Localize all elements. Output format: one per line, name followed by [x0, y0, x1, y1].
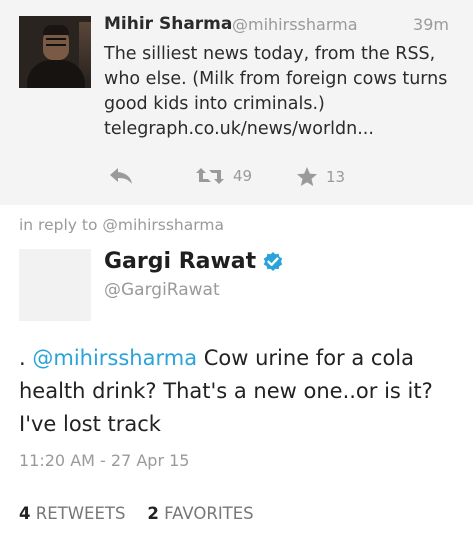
- favorite-count: 13: [326, 167, 346, 186]
- main-avatar[interactable]: [19, 249, 91, 321]
- retweet-button[interactable]: 49: [195, 166, 252, 186]
- reply-icon: [110, 168, 132, 184]
- favorite-button[interactable]: 13: [296, 166, 345, 187]
- avatar-body: [27, 60, 85, 88]
- avatar-hair: [43, 25, 69, 35]
- favorites-label: FAVORITES: [164, 504, 254, 523]
- retweet-count: 49: [233, 167, 253, 185]
- parent-action-bar: 49 13: [0, 160, 473, 194]
- main-author-handle[interactable]: @GargiRawat: [104, 280, 220, 300]
- retweets-count: 4: [19, 504, 31, 523]
- favorites-count: 2: [147, 504, 159, 523]
- parent-time: 39m: [413, 15, 449, 34]
- parent-author-name[interactable]: Mihir Sharma: [104, 14, 232, 34]
- retweet-icon: [196, 168, 224, 184]
- in-reply-to-label[interactable]: in reply to @mihirssharma: [19, 216, 224, 234]
- main-tweet-text: . @mihirssharma Cow urine for a cola hea…: [19, 342, 459, 441]
- parent-tweet[interactable]: Mihir Sharma @mihirssharma 39m The silli…: [0, 0, 473, 205]
- parent-tweet-text: The silliest news today, from the RSS, w…: [104, 44, 448, 139]
- reply-button[interactable]: [108, 166, 134, 186]
- avatar-glasses: [46, 38, 66, 46]
- star-icon: [297, 167, 317, 186]
- favorites-stat[interactable]: 2 FAVORITES: [147, 504, 253, 523]
- mention-link[interactable]: @mihirssharma: [32, 346, 197, 370]
- retweets-stat[interactable]: 4 RETWEETS: [19, 504, 125, 523]
- parent-author-handle[interactable]: @mihirssharma: [232, 15, 358, 34]
- tweet-text-prefix: .: [19, 346, 33, 370]
- retweets-label: RETWEETS: [35, 504, 126, 523]
- main-author-name-row[interactable]: Gargi Rawat: [104, 249, 284, 274]
- tweet-timestamp: 11:20 AM - 27 Apr 15: [19, 451, 190, 470]
- verified-badge-icon: [263, 251, 283, 271]
- parent-avatar[interactable]: [19, 16, 91, 88]
- tweet-stats: 4 RETWEETS 2 FAVORITES: [19, 504, 254, 523]
- main-author-name: Gargi Rawat: [104, 249, 257, 274]
